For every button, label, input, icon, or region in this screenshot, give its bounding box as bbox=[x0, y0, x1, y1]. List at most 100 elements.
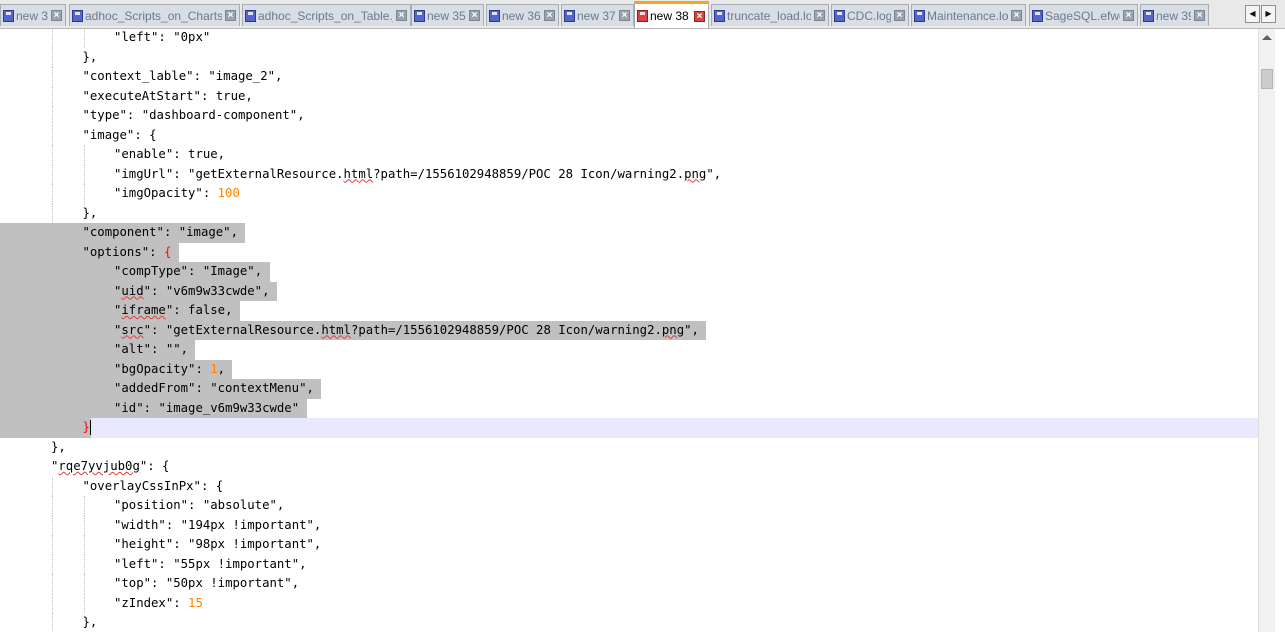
code-line[interactable]: "image": { bbox=[0, 125, 1258, 145]
code-line[interactable]: "enable": true, bbox=[0, 145, 1258, 165]
code-line[interactable]: "type": "dashboard-component", bbox=[0, 106, 1258, 126]
code-line[interactable]: "context_lable": "image_2", bbox=[0, 67, 1258, 87]
tab-close-icon[interactable]: × bbox=[1194, 10, 1205, 21]
code-line[interactable]: "rqe7yvjub0g": { bbox=[0, 457, 1258, 477]
scrollbar-thumb[interactable] bbox=[1261, 69, 1273, 89]
json-string: "98px !important" bbox=[188, 537, 314, 551]
json-key: "overlayCssInPx" bbox=[82, 478, 201, 493]
json-punctuation: , bbox=[262, 283, 277, 298]
scroll-up-arrow-icon[interactable] bbox=[1262, 35, 1272, 40]
code-text: "type": "dashboard-component", bbox=[83, 106, 305, 126]
tab-scroll-right-button[interactable]: ▶ bbox=[1261, 5, 1276, 23]
code-line[interactable]: "options": { bbox=[0, 242, 1258, 262]
tab-close-icon[interactable]: × bbox=[1123, 10, 1134, 21]
tab-close-icon[interactable]: × bbox=[814, 10, 825, 21]
tab-close-icon[interactable]: × bbox=[1011, 10, 1022, 21]
json-punctuation: : bbox=[158, 556, 174, 571]
indent-guide bbox=[52, 47, 53, 67]
vertical-scrollbar[interactable] bbox=[1258, 29, 1275, 632]
tab-new-39[interactable]: new 39 × bbox=[1140, 4, 1209, 26]
code-line[interactable]: "position": "absolute", bbox=[0, 496, 1258, 516]
tab-adhoc-scripts-on-charts-js[interactable]: adhoc_Scripts_on_Charts.js × bbox=[69, 4, 240, 26]
json-punctuation: , bbox=[291, 576, 300, 590]
json-key: "imgOpacity" bbox=[114, 186, 203, 200]
tab-close-icon[interactable]: × bbox=[894, 10, 905, 21]
tab-label: SageSQL.efwd bbox=[1045, 8, 1120, 23]
code-line[interactable]: "compType": "Image", bbox=[0, 262, 1258, 282]
tab-close-icon[interactable]: × bbox=[51, 10, 62, 21]
json-key: "height" bbox=[114, 537, 174, 551]
json-key: "left" bbox=[114, 556, 159, 571]
tab-new-38[interactable]: new 38 × bbox=[634, 1, 709, 28]
json-punctuation: : bbox=[158, 30, 174, 44]
tab-label: truncate_load.log bbox=[727, 8, 811, 23]
json-number: 100 bbox=[217, 186, 240, 200]
tab-truncate-load-log[interactable]: truncate_load.log × bbox=[711, 4, 829, 26]
code-line[interactable]: "height": "98px !important", bbox=[0, 535, 1258, 555]
code-line[interactable]: "alt": "", bbox=[0, 340, 1258, 360]
tab-close-icon[interactable]: × bbox=[469, 10, 480, 21]
json-string: "0px" bbox=[173, 30, 211, 44]
code-line[interactable]: "left": "0px" bbox=[0, 29, 1258, 48]
tab-new-34[interactable]: new 34× bbox=[0, 4, 66, 26]
tab-close-icon[interactable]: × bbox=[619, 10, 630, 21]
tab-close-icon[interactable]: × bbox=[544, 10, 555, 21]
code-text: "bgOpacity": 1, bbox=[0, 359, 233, 379]
indent-guide bbox=[83, 184, 85, 204]
json-punctuation: , bbox=[297, 108, 305, 122]
tab-maintenance-log[interactable]: Maintenance.log × bbox=[911, 4, 1026, 26]
json-punctuation: : bbox=[173, 147, 189, 161]
json-key: "addedFrom" bbox=[114, 381, 196, 395]
code-text: "height": "98px !important", bbox=[114, 535, 321, 555]
code-line[interactable]: "imgUrl": "getExternalResource.html?path… bbox=[0, 164, 1258, 185]
code-line[interactable]: }, bbox=[0, 438, 1258, 458]
code-line[interactable]: "component": "image", bbox=[0, 223, 1258, 243]
tab-new-35[interactable]: new 35 × bbox=[411, 4, 484, 26]
code-line[interactable]: } bbox=[0, 418, 1258, 438]
code-text: "context_lable": "image_2", bbox=[83, 67, 283, 87]
tab-new-37[interactable]: new 37 × bbox=[561, 4, 634, 26]
json-string: "dashboard-component" bbox=[141, 108, 298, 122]
tab-adhoc-scripts-on-table-js[interactable]: adhoc_Scripts_on_Table.js × bbox=[242, 4, 411, 26]
tab-new-36[interactable]: new 36 × bbox=[486, 4, 559, 26]
tab-close-icon[interactable]: × bbox=[396, 10, 407, 21]
code-line[interactable]: "left": "55px !important", bbox=[0, 554, 1258, 574]
code-line[interactable]: "executeAtStart": true, bbox=[0, 86, 1258, 106]
indent-guide bbox=[52, 164, 53, 184]
json-key: "width" bbox=[114, 517, 166, 532]
code-line[interactable]: "width": "194px !important", bbox=[0, 515, 1258, 535]
tab-close-icon[interactable]: × bbox=[694, 10, 705, 22]
tab-sagesql-efwd[interactable]: SageSQL.efwd × bbox=[1029, 4, 1138, 26]
code-line[interactable]: "top": "50px !important", bbox=[0, 574, 1258, 594]
code-line[interactable]: "zIndex": 15 bbox=[0, 593, 1258, 613]
code-line[interactable]: }, bbox=[0, 613, 1258, 632]
tab-label: new 39 bbox=[1156, 8, 1191, 23]
indent-guide bbox=[52, 106, 53, 126]
save-icon-blue bbox=[914, 9, 925, 22]
code-line[interactable]: "uid": "v6m9w33cwde", bbox=[0, 281, 1258, 301]
code-text: "imgUrl": "getExternalResource.html?path… bbox=[114, 165, 721, 185]
indent-guide bbox=[52, 67, 53, 87]
json-key: "top" bbox=[114, 576, 152, 590]
json-punctuation: : bbox=[195, 361, 211, 376]
json-key: "position" bbox=[114, 498, 189, 512]
code-line[interactable]: }, bbox=[0, 47, 1258, 68]
code-line[interactable]: "bgOpacity": 1, bbox=[0, 359, 1258, 379]
code-line[interactable]: "id": "image_v6m9w33cwde" bbox=[0, 398, 1258, 418]
code-text: }, bbox=[83, 48, 98, 68]
code-text: } bbox=[0, 418, 91, 438]
editor-text-area[interactable]: "left": "0px"}, "context_lable": "image_2… bbox=[0, 29, 1258, 632]
tab-close-icon[interactable]: × bbox=[225, 10, 236, 21]
code-line[interactable]: "overlayCssInPx": { bbox=[0, 476, 1258, 496]
tab-scroll-left-button[interactable]: ◀ bbox=[1245, 5, 1260, 23]
code-line[interactable]: "addedFrom": "contextMenu", bbox=[0, 379, 1258, 399]
code-line[interactable]: "src": "getExternalResource.html?path=/1… bbox=[0, 320, 1258, 340]
code-line[interactable]: "imgOpacity": 100 bbox=[0, 184, 1258, 204]
code-text: "compType": "Image", bbox=[0, 262, 270, 282]
save-icon-blue bbox=[3, 9, 14, 22]
code-line[interactable]: }, bbox=[0, 203, 1258, 223]
save-icon-blue bbox=[834, 9, 845, 22]
json-key: "enable" bbox=[114, 147, 174, 161]
code-line[interactable]: "iframe": false, bbox=[0, 301, 1258, 321]
tab-cdc-log[interactable]: CDC.log × bbox=[831, 4, 909, 26]
